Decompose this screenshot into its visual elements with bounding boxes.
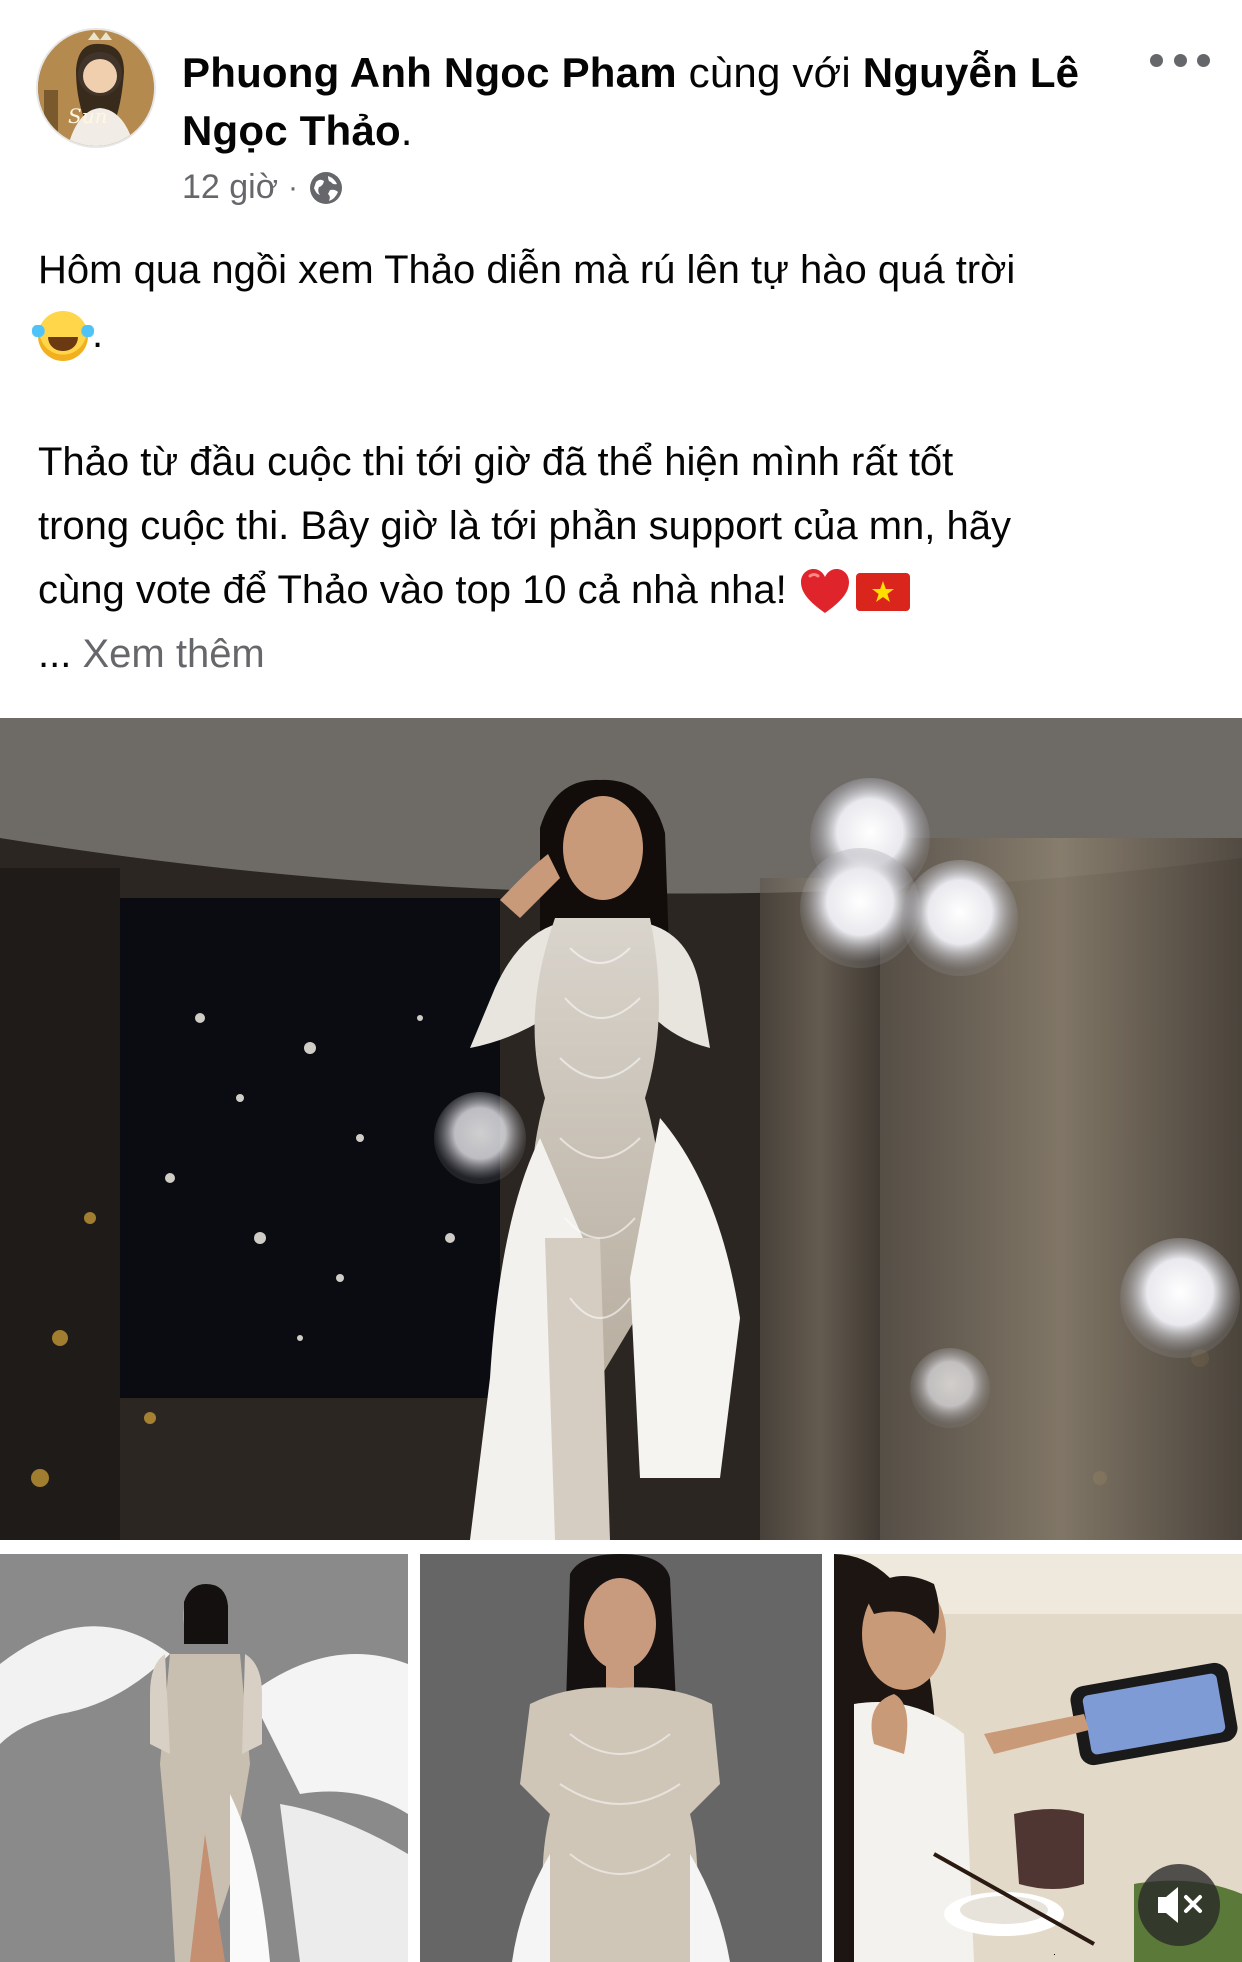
main-photo[interactable] — [0, 718, 1242, 1540]
post-header: Sun Phuong Anh Ngoc Pham cùng với Nguyễn… — [0, 0, 1242, 210]
see-more-link[interactable]: Xem thêm — [82, 632, 264, 676]
avatar-signature: Sun — [68, 104, 108, 128]
ellipsis: ... — [38, 632, 72, 676]
post-meta: 12 giờ · — [182, 168, 344, 207]
text-line-1: Hôm qua ngồi xem Thảo diễn mà rú lên tự … — [38, 248, 1016, 292]
gown-studio-photo-1 — [0, 1554, 408, 1962]
tagged-suffix: . — [400, 107, 413, 154]
text-line-3: trong cuộc thi. Bây giờ là tới phần supp… — [38, 504, 1011, 548]
tagged-name-part1[interactable]: Nguyễn Lê — [863, 49, 1080, 96]
mute-button[interactable] — [1138, 1864, 1220, 1946]
author-line: Phuong Anh Ngoc Pham cùng với Nguyễn Lê … — [182, 44, 1122, 160]
gown-studio-photo-2 — [420, 1554, 822, 1962]
text-paragraph-2: Thảo từ đầu cuộc thi tới giờ đã thể hiện… — [38, 430, 1208, 686]
text-paragraph-1: Hôm qua ngồi xem Thảo diễn mà rú lên tự … — [32, 238, 1208, 366]
post-text: Hôm qua ngồi xem Thảo diễn mà rú lên tự … — [32, 238, 1208, 686]
video-thumbnail[interactable] — [834, 1554, 1242, 1962]
stage-performance-image — [0, 718, 1242, 1540]
post-time[interactable]: 12 giờ — [182, 168, 278, 207]
avatar-portrait — [38, 30, 154, 146]
author-name[interactable]: Phuong Anh Ngoc Pham — [182, 49, 677, 96]
vietnam-flag-emoji — [855, 573, 910, 612]
text-line-4: cùng vote để Thảo vào top 10 cả nhà nha! — [38, 568, 798, 612]
author-avatar[interactable]: Sun — [38, 30, 154, 146]
more-options-icon[interactable] — [1150, 50, 1210, 70]
globe-icon[interactable] — [308, 170, 344, 206]
face-with-tears-of-joy-emoji — [32, 311, 94, 362]
tagged-name-part2[interactable]: Ngọc Thảo — [182, 107, 401, 154]
photo-thumbnail-1[interactable] — [0, 1554, 408, 1962]
muted-speaker-icon — [1158, 1887, 1202, 1923]
with-text: cùng với — [688, 49, 851, 96]
photo-thumbnail-2[interactable] — [420, 1554, 822, 1962]
text-line-2: Thảo từ đầu cuộc thi tới giờ đã thể hiện… — [38, 440, 954, 484]
meta-separator: · — [288, 170, 299, 204]
red-heart-emoji — [800, 569, 849, 614]
